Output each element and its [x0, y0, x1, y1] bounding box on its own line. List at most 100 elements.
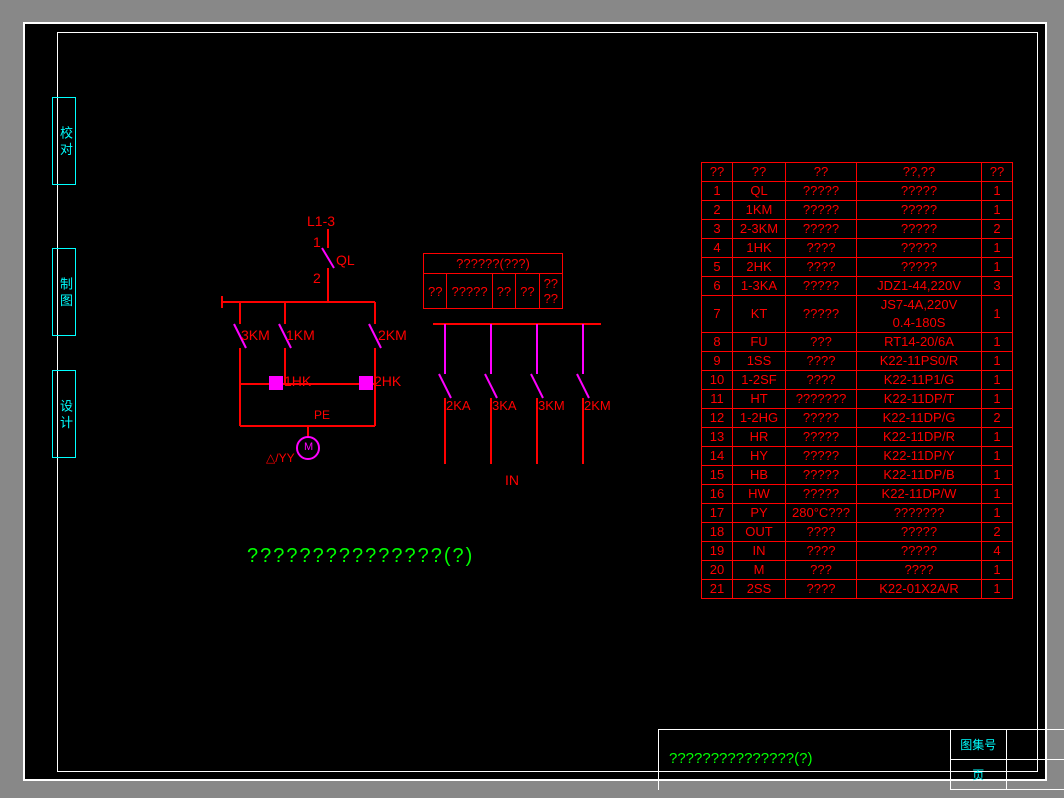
parts-cell: 1-3KA	[733, 277, 786, 296]
parts-header-cell: ??,??	[857, 163, 982, 182]
parts-cell: HB	[733, 466, 786, 485]
breaker-label: QL	[336, 252, 355, 268]
parts-cell: 4	[982, 542, 1013, 561]
parts-row: 8FU???RT14-20/6A1	[702, 333, 1013, 352]
tab-check: 校 对	[52, 97, 76, 185]
drawing-title: ???????????????(?)	[669, 750, 812, 767]
parts-header-cell: ??	[786, 163, 857, 182]
parts-cell: 17	[702, 504, 733, 523]
parts-cell: 1	[982, 258, 1013, 277]
in-label: IN	[505, 472, 519, 488]
parts-cell: 1HK	[733, 239, 786, 258]
parts-cell: QL	[733, 182, 786, 201]
parts-cell: FU	[733, 333, 786, 352]
parts-cell: 1	[982, 352, 1013, 371]
hk-1: 1HK	[284, 373, 311, 389]
parts-cell: 1	[982, 296, 1013, 333]
signal-cell: ?? ??	[539, 274, 562, 309]
parts-cell: 7	[702, 296, 733, 333]
parts-row: 52HK?????????1	[702, 258, 1013, 277]
parts-cell: K22-11PS0/R	[857, 352, 982, 371]
parts-cell: ?????	[857, 201, 982, 220]
parts-cell: K22-11DP/B	[857, 466, 982, 485]
parts-cell: ????	[786, 371, 857, 390]
parts-row: 101-2SF????K22-11P1/G1	[702, 371, 1013, 390]
parts-row: 16HW?????K22-11DP/W1	[702, 485, 1013, 504]
parts-cell: 19	[702, 542, 733, 561]
parts-cell: 1SS	[733, 352, 786, 371]
tb-set-no: 图集号	[951, 730, 1007, 759]
parts-cell: 15	[702, 466, 733, 485]
parts-cell: ????	[786, 239, 857, 258]
parts-cell: ?????	[786, 296, 857, 333]
parts-cell: 1	[982, 333, 1013, 352]
km-2: 2KM	[378, 327, 407, 343]
parts-cell: 1	[982, 182, 1013, 201]
parts-cell: 1	[982, 485, 1013, 504]
parts-row: 20M???????1	[702, 561, 1013, 580]
parts-cell: 2	[982, 409, 1013, 428]
parts-row: 61-3KA?????JDZ1-44,220V3	[702, 277, 1013, 296]
tb-page: 页	[951, 760, 1007, 789]
parts-cell: ????	[857, 561, 982, 580]
parts-cell: K22-11P1/G	[857, 371, 982, 390]
parts-row: 91SS????K22-11PS0/R1	[702, 352, 1013, 371]
parts-cell: 2	[702, 201, 733, 220]
parts-header-cell: ??	[982, 163, 1013, 182]
parts-cell: HR	[733, 428, 786, 447]
pe-label: PE	[314, 408, 330, 422]
parts-cell: ???	[786, 561, 857, 580]
parts-cell: ?????	[857, 220, 982, 239]
parts-cell: 8	[702, 333, 733, 352]
caption: ???????????????(?)	[247, 545, 474, 568]
parts-cell: KT	[733, 296, 786, 333]
parts-cell: 1	[982, 561, 1013, 580]
parts-cell: 3	[982, 277, 1013, 296]
relay-3km: 3KM	[538, 398, 565, 413]
parts-cell: ????	[786, 258, 857, 277]
signal-cell: ??	[492, 274, 515, 309]
parts-cell: 280°C???	[786, 504, 857, 523]
parts-cell: 2	[982, 220, 1013, 239]
parts-cell: K22-11DP/Y	[857, 447, 982, 466]
parts-cell: K22-01X2A/R	[857, 580, 982, 599]
parts-cell: 1	[982, 371, 1013, 390]
parts-cell: ?????	[857, 542, 982, 561]
parts-row: 41HK?????????1	[702, 239, 1013, 258]
parts-cell: M	[733, 561, 786, 580]
parts-cell: 2-3KM	[733, 220, 786, 239]
parts-cell: ?????	[786, 485, 857, 504]
signal-cell: ??	[516, 274, 539, 309]
parts-cell: 1	[982, 580, 1013, 599]
km-1: 1KM	[286, 327, 315, 343]
parts-row: 21KM??????????1	[702, 201, 1013, 220]
parts-cell: ???????	[857, 504, 982, 523]
parts-cell: 2	[982, 523, 1013, 542]
parts-cell: ?????	[857, 239, 982, 258]
parts-cell: 1	[982, 466, 1013, 485]
parts-header-cell: ??	[702, 163, 733, 182]
parts-cell: K22-11DP/G	[857, 409, 982, 428]
signal-header: ??????(???)	[424, 254, 563, 274]
parts-row: 212SS????K22-01X2A/R1	[702, 580, 1013, 599]
parts-cell: 11	[702, 390, 733, 409]
parts-cell: 1	[982, 201, 1013, 220]
parts-cell: HW	[733, 485, 786, 504]
relay-2km: 2KM	[584, 398, 611, 413]
parts-cell: ?????	[857, 182, 982, 201]
parts-cell: ?????	[786, 182, 857, 201]
parts-cell: ????	[786, 523, 857, 542]
delta-star: △/YY	[266, 451, 295, 465]
parts-cell: 5	[702, 258, 733, 277]
parts-cell: 1-2HG	[733, 409, 786, 428]
parts-cell: 21	[702, 580, 733, 599]
parts-cell: OUT	[733, 523, 786, 542]
parts-cell: ?????	[786, 447, 857, 466]
parts-row: 18OUT?????????2	[702, 523, 1013, 542]
relay-2ka: 2KA	[446, 398, 471, 413]
parts-cell: ?????	[857, 258, 982, 277]
supply-label: L1-3	[307, 213, 335, 229]
parts-row: 13HR?????K22-11DP/R1	[702, 428, 1013, 447]
motor-m: M	[304, 441, 313, 453]
parts-cell: 20	[702, 561, 733, 580]
